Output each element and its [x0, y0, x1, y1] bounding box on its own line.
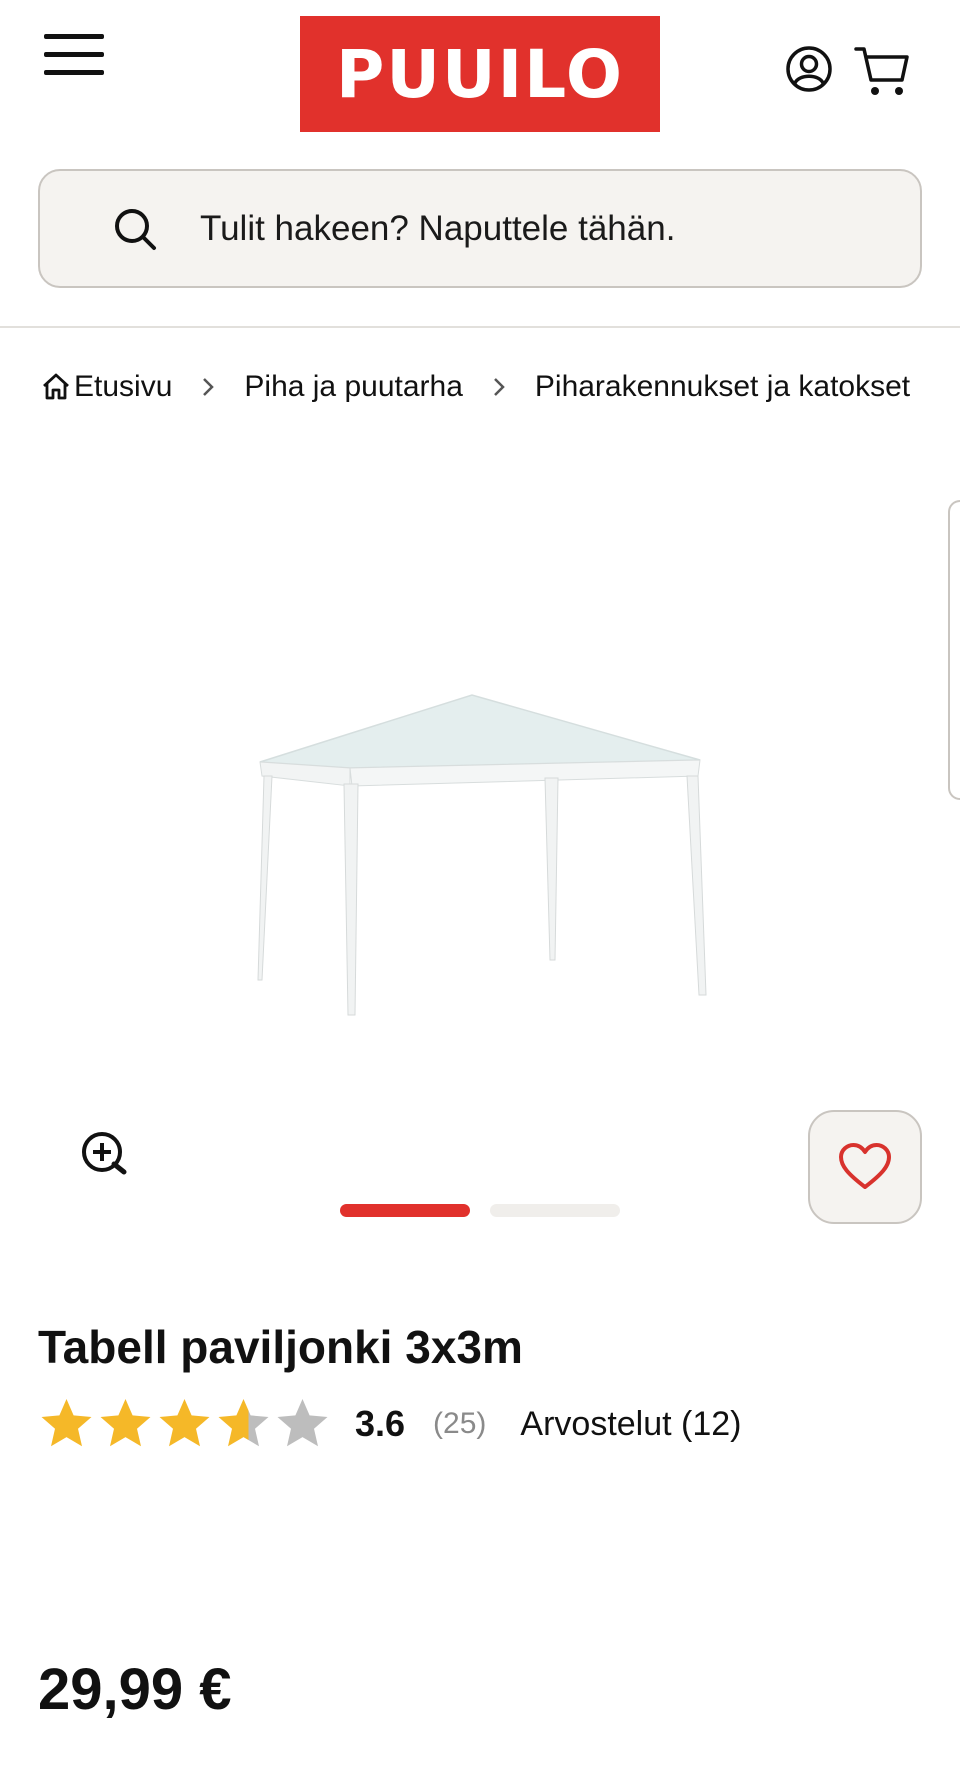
shopping-cart-icon[interactable] [854, 44, 910, 98]
breadcrumb-home[interactable]: Etusivu [40, 370, 172, 404]
search-input[interactable]: Tulit hakeen? Naputtele tähän. [38, 169, 922, 288]
rating-stars [38, 1396, 331, 1453]
logo-text: PUUILO [336, 35, 624, 113]
star-icon [159, 1398, 210, 1446]
star-icon [218, 1398, 269, 1446]
puuilo-logo[interactable]: PUUILO [300, 16, 660, 132]
rating-count: (25) [433, 1407, 487, 1440]
star-icon [277, 1398, 328, 1446]
gallery-dot[interactable] [490, 1204, 620, 1217]
breadcrumb-piharakennukset[interactable]: Piharakennukset ja katokset [535, 370, 910, 404]
star-icon [100, 1398, 151, 1446]
breadcrumb-label: Piharakennukset ja katokset [534, 370, 911, 403]
product-rating: 3.6 (25) Arvostelut (12) [38, 1394, 742, 1454]
search-icon [115, 208, 156, 250]
reviews-link[interactable]: Arvostelut (12) [520, 1405, 741, 1444]
breadcrumb-label: Etusivu [74, 370, 173, 403]
breadcrumb-label: Piha ja puutarha [244, 370, 463, 403]
site-header: PUUILO Tulit hakeen? Naputtele tähän. [0, 0, 960, 328]
breadcrumb-piha-ja-puutarha[interactable]: Piha ja puutarha [244, 370, 463, 404]
user-account-icon[interactable] [784, 44, 834, 94]
rating-value: 3.6 [355, 1403, 406, 1444]
search-placeholder: Tulit hakeen? Naputtele tähän. [200, 208, 676, 248]
product-price: 29,99 € [38, 1657, 232, 1722]
star-icon [41, 1398, 92, 1446]
gallery-dot[interactable] [340, 1204, 470, 1217]
chevron-right-icon [494, 378, 505, 396]
product-image-pavilion[interactable] [240, 690, 730, 1020]
gallery-scroll-handle[interactable] [948, 500, 960, 800]
product-title: Tabell paviljonki 3x3m [38, 1321, 523, 1373]
product-gallery[interactable] [0, 440, 960, 1224]
hamburger-menu-icon[interactable] [44, 34, 108, 78]
chevron-right-icon [203, 378, 215, 396]
heart-icon [839, 1143, 891, 1189]
home-icon [43, 373, 69, 400]
zoom-in-icon[interactable] [80, 1130, 130, 1180]
add-to-favorites-button[interactable] [808, 1110, 922, 1224]
breadcrumb: Etusivu Piha ja puutarha Piharakennukset… [40, 362, 910, 412]
gallery-pagination [340, 1204, 620, 1217]
